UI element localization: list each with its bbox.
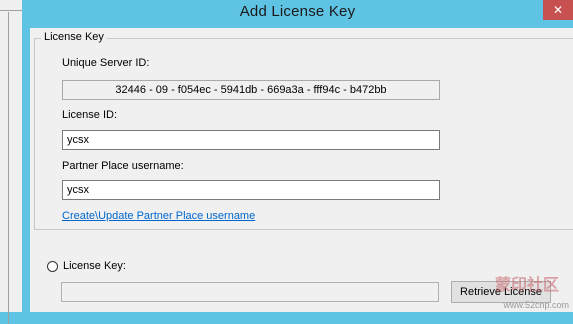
create-update-partner-link[interactable]: Create\Update Partner Place username — [62, 210, 255, 222]
group-label: License Key — [41, 31, 107, 43]
close-icon: ✕ — [552, 3, 564, 17]
license-key-group: License Key Unique Server ID: 32446 - 09… — [34, 31, 573, 230]
watermark-url: www.52cnp.com — [503, 300, 569, 310]
license-id-input[interactable]: ycsx — [62, 130, 440, 150]
title-bar[interactable]: Add License Key ✕ — [22, 0, 573, 28]
close-button[interactable]: ✕ — [543, 0, 573, 20]
watermark-logo: 蒙印社区 — [494, 277, 559, 294]
license-key-input[interactable] — [61, 282, 439, 302]
partner-username-label: Partner Place username: — [62, 160, 184, 172]
server-id-label: Unique Server ID: — [62, 57, 150, 69]
window-title: Add License Key — [239, 3, 356, 20]
background-window-edge — [0, 0, 22, 324]
partner-username-input[interactable]: ycsx — [62, 180, 440, 200]
server-id-field[interactable]: 32446 - 09 - f054ec - 5941db - 669a3a - … — [62, 80, 440, 100]
license-key-radio[interactable] — [47, 261, 58, 272]
license-id-label: License ID: — [62, 109, 118, 121]
license-key-label: License Key: — [63, 260, 126, 272]
